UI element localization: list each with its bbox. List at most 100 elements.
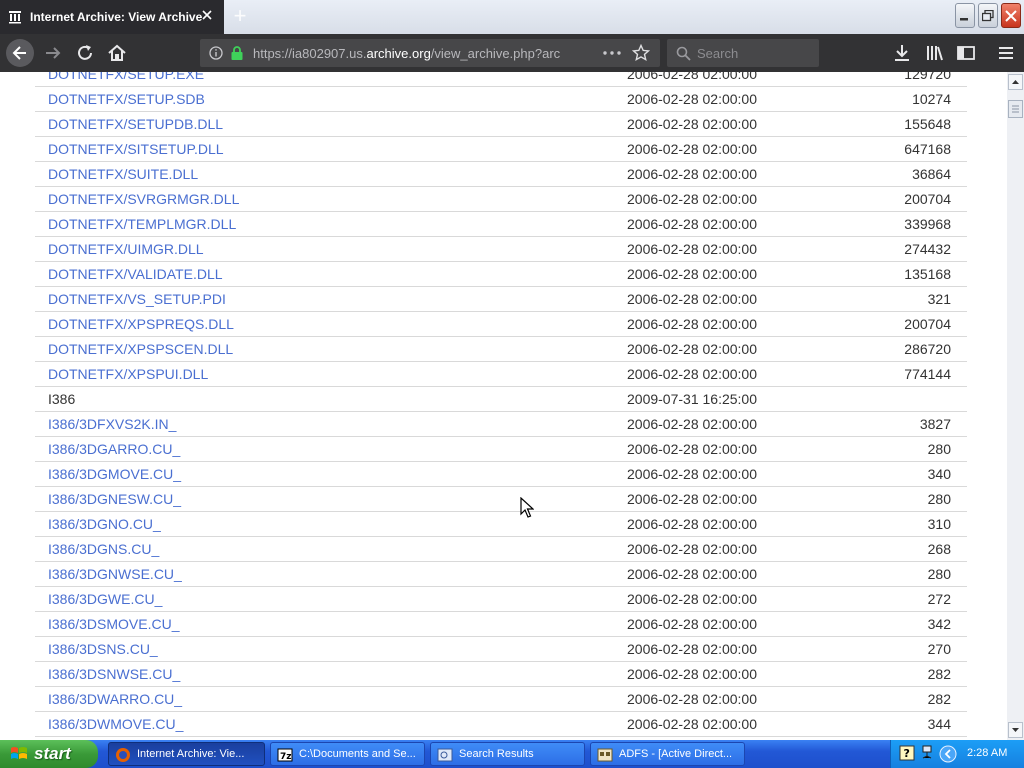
file-size: 272 [927,591,951,607]
file-date: 2006-02-28 02:00:00 [627,591,757,607]
reload-icon[interactable] [74,42,96,64]
file-size: 274432 [904,241,951,257]
table-row: I386/3DGNWSE.CU_ 2006-02-28 02:00:00 280 [35,562,967,587]
close-tab-icon[interactable] [200,8,214,22]
new-tab-button[interactable]: + [230,5,250,27]
task-documents-folder[interactable]: 7z C:\Documents and Se... [270,742,425,766]
scroll-thumb[interactable] [1008,100,1023,118]
window-close-button[interactable] [1001,3,1021,28]
file-date: 2006-02-28 02:00:00 [627,466,757,482]
help-icon[interactable]: ? [899,745,915,761]
start-button[interactable]: start [0,740,98,768]
file-link[interactable]: I386/3DGMOVE.CU_ [48,466,181,482]
firefox-icon [116,748,130,762]
search-icon [676,46,691,61]
menu-hamburger-icon[interactable] [995,42,1017,64]
file-date: 2006-02-28 02:00:00 [627,241,757,257]
sidebar-icon[interactable] [955,42,977,64]
file-link[interactable]: I386/3DGNWSE.CU_ [48,566,182,582]
home-icon[interactable] [106,42,128,64]
file-link[interactable]: DOTNETFX/SITSETUP.DLL [48,141,224,157]
windows-logo-icon [11,747,27,759]
minimize-icon [960,18,968,21]
scroll-up-button[interactable] [1008,74,1023,90]
file-date: 2006-02-28 02:00:00 [627,691,757,707]
file-link[interactable]: DOTNETFX/XPSPSCEN.DLL [48,341,233,357]
page-actions-icon[interactable] [603,51,621,55]
file-link[interactable]: DOTNETFX/SUITE.DLL [48,166,198,182]
table-row: DOTNETFX/XPSPREQS.DLL 2006-02-28 02:00:00… [35,312,967,337]
file-date: 2006-02-28 02:00:00 [627,516,757,532]
file-link[interactable]: DOTNETFX/XPSPREQS.DLL [48,316,234,332]
file-link[interactable]: DOTNETFX/SETUPDB.DLL [48,116,223,132]
file-size: 270 [927,641,951,657]
file-link[interactable]: DOTNETFX/XPSPUI.DLL [48,366,208,382]
back-button[interactable] [6,39,34,67]
file-date: 2006-02-28 02:00:00 [627,541,757,557]
file-link[interactable]: I386/3DSNWSE.CU_ [48,666,180,682]
file-date: 2006-02-28 02:00:00 [627,416,757,432]
table-row: I386/3DGNS.CU_ 2006-02-28 02:00:00 268 [35,537,967,562]
address-bar[interactable]: https://ia802907.us.archive.org/view_arc… [200,39,660,67]
file-date: 2006-02-28 02:00:00 [627,716,757,732]
bookmark-star-icon[interactable] [632,44,650,62]
search-input[interactable]: Search [667,39,819,67]
tab-active[interactable]: Internet Archive: View Archive [0,0,224,34]
table-row: I386/3DGNO.CU_ 2006-02-28 02:00:00 310 [35,512,967,537]
network-icon[interactable] [921,744,933,762]
restore-button[interactable] [978,3,998,28]
file-size: 280 [927,491,951,507]
file-link[interactable]: DOTNETFX/SETUP.EXE [48,72,204,82]
collapse-tray-icon[interactable] [939,745,957,763]
lock-icon[interactable] [230,45,244,61]
grip-lines-icon [1012,105,1019,113]
file-link[interactable]: I386/3DFXVS2K.IN_ [48,416,176,432]
table-row: DOTNETFX/SUITE.DLL 2006-02-28 02:00:00 368… [35,162,967,187]
table-row: I386/3DSMOVE.CU_ 2006-02-28 02:00:00 342 [35,612,967,637]
file-link[interactable]: I386/3DGWE.CU_ [48,591,162,607]
file-date: 2006-02-28 02:00:00 [627,116,757,132]
file-size: 342 [927,616,951,632]
vertical-scrollbar[interactable] [1007,72,1024,740]
file-link[interactable]: I386/3DGNESW.CU_ [48,491,181,507]
7zip-icon: 7z [277,748,293,762]
file-link[interactable]: I386/3DGARRO.CU_ [48,441,180,457]
mmc-icon [597,748,613,762]
forward-button[interactable] [42,42,64,64]
minimize-button[interactable] [955,3,975,28]
file-date: 2006-02-28 02:00:00 [627,616,757,632]
task-adfs-console[interactable]: ADFS - [Active Direct... [590,742,745,766]
file-link[interactable]: I386/3DWMOVE.CU_ [48,716,183,732]
file-date: 2006-02-28 02:00:00 [627,291,757,307]
file-link[interactable]: I386/3DSMOVE.CU_ [48,616,180,632]
file-date: 2006-02-28 02:00:00 [627,666,757,682]
tab-strip: Internet Archive: View Archive + [0,0,1024,34]
file-link[interactable]: DOTNETFX/UIMGR.DLL [48,241,204,257]
file-link[interactable]: I386/3DGNS.CU_ [48,541,159,557]
search-window-icon [437,748,453,762]
file-size: 129720 [904,72,951,82]
library-icon[interactable] [924,42,946,64]
file-link[interactable]: DOTNETFX/VALIDATE.DLL [48,266,223,282]
file-size: 344 [927,716,951,732]
file-link[interactable]: DOTNETFX/SVRGRMGR.DLL [48,191,239,207]
table-row: DOTNETFX/XPSPUI.DLL 2006-02-28 02:00:00 77… [35,362,967,387]
file-link[interactable]: DOTNETFX/TEMPLMGR.DLL [48,216,236,232]
file-date: 2006-02-28 02:00:00 [627,441,757,457]
info-icon[interactable] [209,46,223,60]
file-link[interactable]: I386/3DGNO.CU_ [48,516,161,532]
url-text[interactable]: https://ia802907.us.archive.org/view_arc… [253,46,593,61]
downloads-icon[interactable] [891,42,913,64]
file-size: 286720 [904,341,951,357]
file-date: 2006-02-28 02:00:00 [627,266,757,282]
file-link[interactable]: I386/3DSNS.CU_ [48,641,158,657]
file-link[interactable]: DOTNETFX/SETUP.SDB [48,91,205,107]
file-link[interactable]: I386/3DWARRO.CU_ [48,691,182,707]
table-row: DOTNETFX/UIMGR.DLL 2006-02-28 02:00:00 274… [35,237,967,262]
scroll-down-button[interactable] [1008,722,1023,738]
file-link[interactable]: DOTNETFX/VS_SETUP.PDI [48,291,226,307]
clock: 2:28 AM [967,747,1008,759]
task-internet-archive[interactable]: Internet Archive: Vie... [108,742,265,766]
system-tray: ? 2:28 AM [890,740,1024,768]
task-search-results[interactable]: Search Results [430,742,585,766]
